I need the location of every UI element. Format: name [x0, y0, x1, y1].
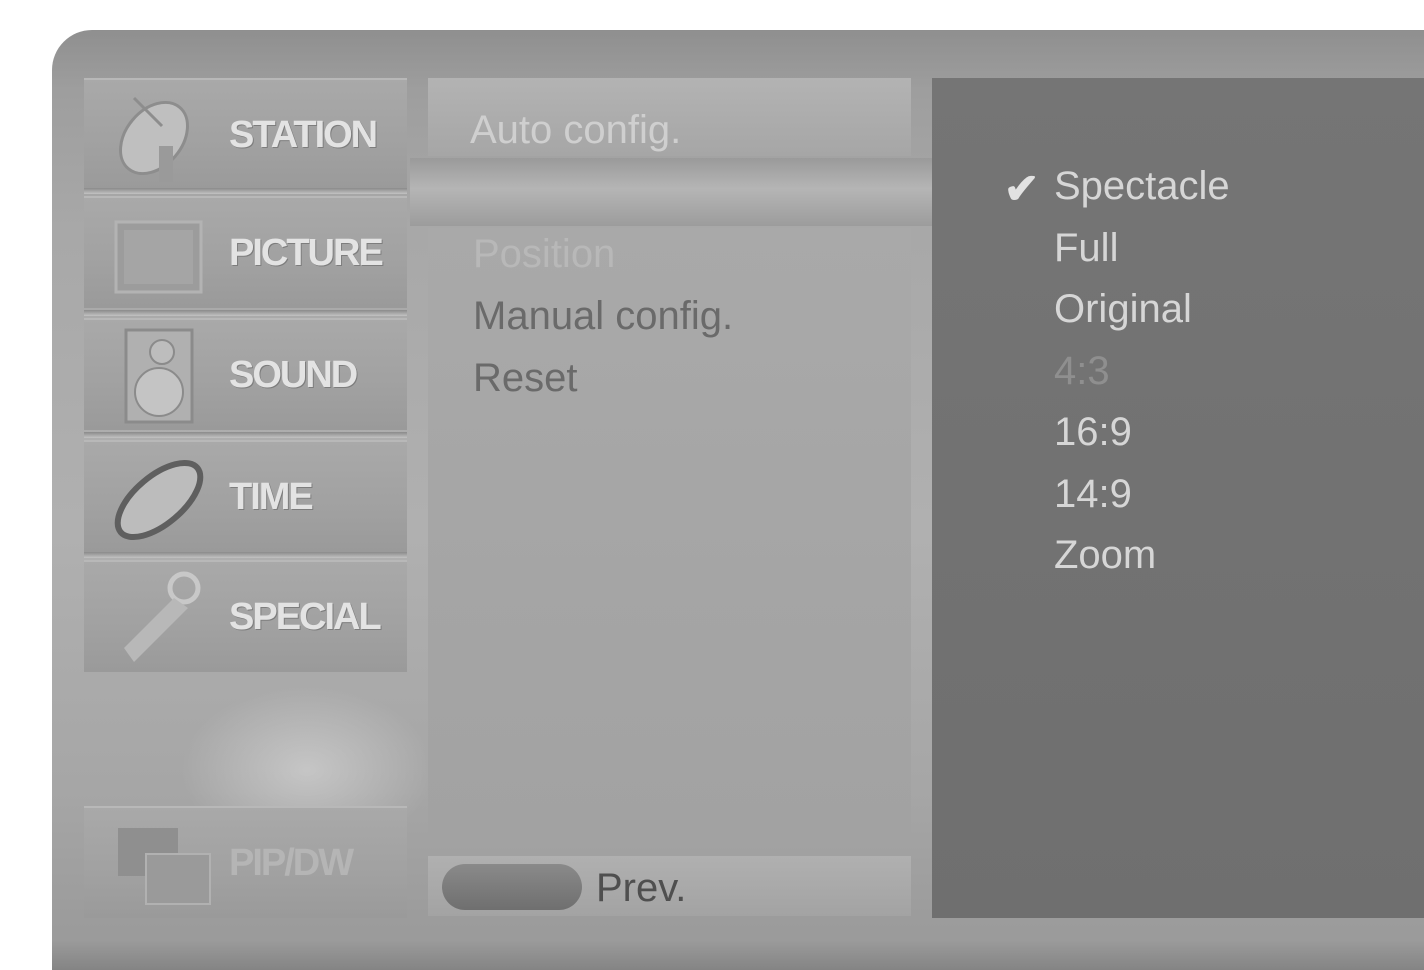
submenu-item-manual-config[interactable]: Manual config. — [473, 294, 733, 339]
sidebar-item-sound[interactable]: SOUND — [84, 318, 407, 430]
option-16-9[interactable]: 16:9 — [1054, 410, 1132, 455]
sidebar-item-label: PICTURE — [229, 232, 384, 274]
prev-label: Prev. — [596, 866, 687, 910]
sidebar-item-pip-dw[interactable]: PIP/DW — [84, 806, 407, 918]
satellite-dish-icon — [119, 96, 189, 182]
sidebar-item-special[interactable]: SPECIAL — [84, 560, 407, 672]
divider — [84, 188, 407, 194]
submenu-list: Position Manual config. Reset — [428, 228, 911, 848]
submenu-header-label: Auto config. — [470, 108, 682, 152]
options-panel: ✔ Spectacle Full Original 4:3 16:9 14:9 … — [932, 78, 1424, 918]
monitor-icon — [114, 220, 203, 294]
sidebar-item-time[interactable]: TIME — [84, 440, 407, 552]
speaker-icon — [124, 328, 194, 424]
clock-icon — [114, 459, 204, 541]
footer-bar: Prev. — [428, 856, 911, 916]
submenu-item-reset[interactable]: Reset — [473, 356, 578, 401]
sidebar-item-label: SPECIAL — [229, 596, 382, 638]
divider — [84, 432, 407, 438]
prev-button[interactable] — [442, 864, 582, 910]
pip-windows-icon — [118, 828, 211, 905]
option-zoom[interactable]: Zoom — [1054, 533, 1156, 578]
sidebar-item-label: STATION — [229, 114, 378, 156]
sidebar-item-picture[interactable]: PICTURE — [84, 196, 407, 308]
option-full[interactable]: Full — [1054, 226, 1118, 271]
option-original[interactable]: Original — [1054, 287, 1192, 332]
divider — [84, 552, 407, 558]
checkmark-icon: ✔ — [1004, 165, 1040, 212]
sidebar-item-label: TIME — [229, 476, 314, 518]
divider — [84, 310, 407, 316]
sidebar-item-label: PIP/DW — [229, 842, 354, 884]
option-14-9[interactable]: 14:9 — [1054, 472, 1132, 517]
option-4-3[interactable]: 4:3 — [1054, 349, 1110, 394]
option-spectacle[interactable]: Spectacle — [1054, 164, 1230, 209]
selection-bar — [410, 158, 940, 226]
key-icon — [124, 571, 201, 662]
submenu-item-position[interactable]: Position — [473, 232, 615, 277]
sidebar-item-station[interactable]: STATION — [84, 78, 407, 190]
submenu-header[interactable]: Auto config. — [428, 78, 911, 156]
sidebar-item-label: SOUND — [229, 354, 358, 396]
